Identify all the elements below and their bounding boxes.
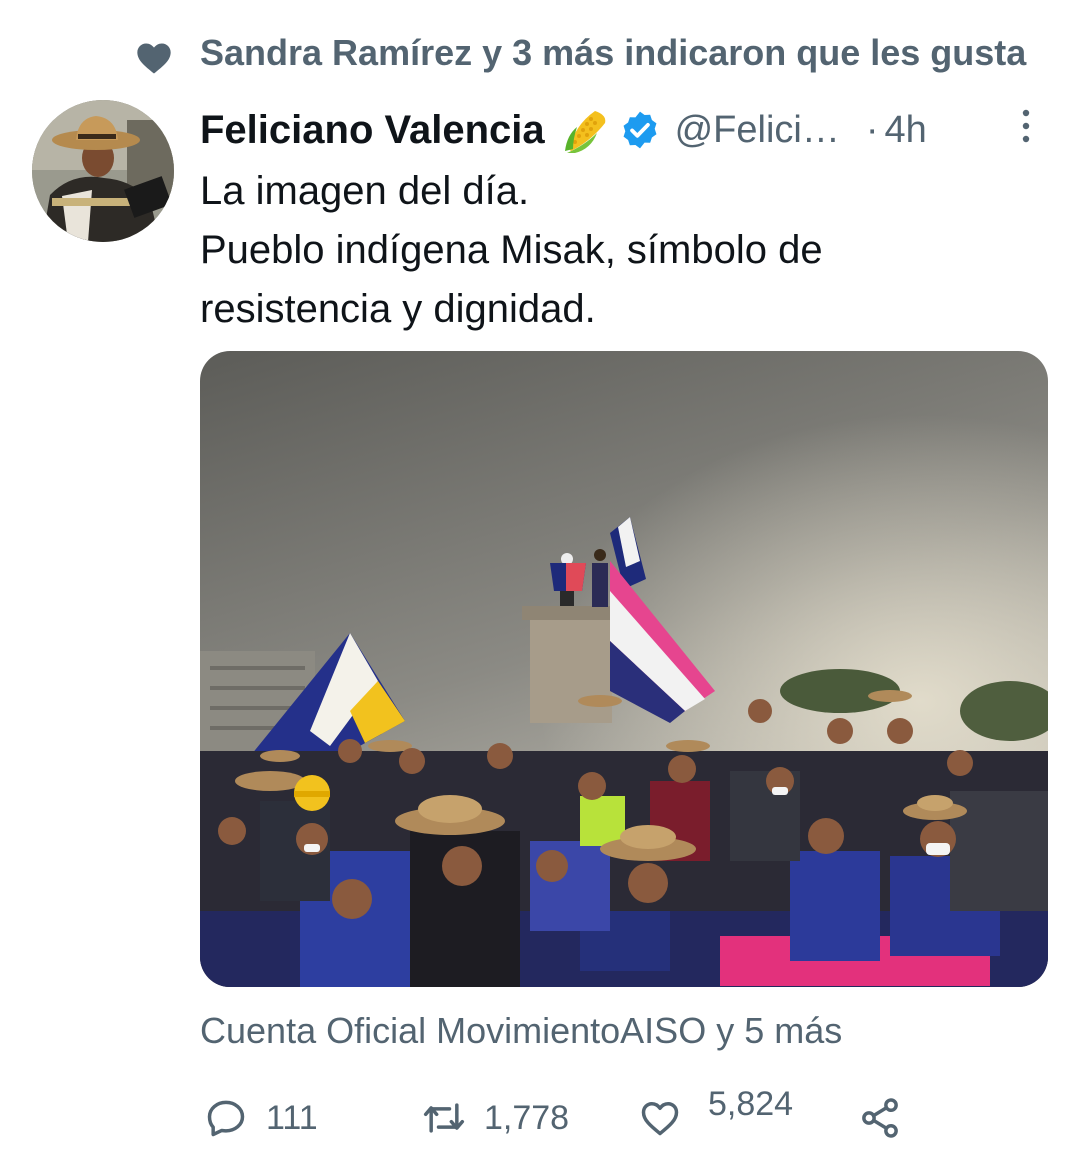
like-button[interactable]: 5,824 — [638, 1085, 793, 1146]
tweet-photo[interactable] — [200, 351, 1048, 987]
reply-icon — [207, 1100, 245, 1137]
like-icon — [641, 1101, 679, 1136]
author-handle[interactable]: @Felici… — [675, 109, 840, 152]
share-button[interactable] — [858, 1090, 902, 1146]
reply-count: 111 — [266, 1098, 318, 1137]
retweet-button[interactable]: 1,778 — [422, 1090, 569, 1146]
media-tags[interactable]: Cuenta Oficial MovimientoAISO y 5 más — [200, 1010, 842, 1052]
author-name[interactable]: Feliciano Valencia — [200, 108, 545, 153]
corn-emoji-icon — [564, 111, 605, 153]
reply-button[interactable]: 111 — [204, 1090, 318, 1146]
retweet-count: 1,778 — [484, 1098, 570, 1137]
retweet-icon — [423, 1103, 465, 1133]
tweet-text-line: La imagen del día. — [200, 169, 530, 213]
heart-icon — [137, 43, 171, 74]
separator-dot: · — [865, 108, 879, 151]
tweet-text-line: resistencia y dignidad. — [200, 287, 596, 331]
verified-badge-icon — [623, 111, 657, 149]
avatar[interactable] — [32, 100, 174, 242]
more-options-icon[interactable] — [1014, 106, 1038, 146]
share-icon — [862, 1098, 898, 1138]
like-count: 5,824 — [708, 1084, 794, 1123]
tweet-timestamp[interactable]: 4h — [885, 109, 927, 152]
tweet-text-line: Pueblo indígena Misak, símbolo de — [200, 228, 823, 272]
tweet-text: La imagen del día. Pueblo indígena Misak… — [200, 162, 1020, 339]
tweet-header: Feliciano Valencia @Felici… · 4h — [200, 100, 927, 160]
social-context-text[interactable]: Sandra Ramírez y 3 más indicaron que les… — [200, 32, 1026, 74]
